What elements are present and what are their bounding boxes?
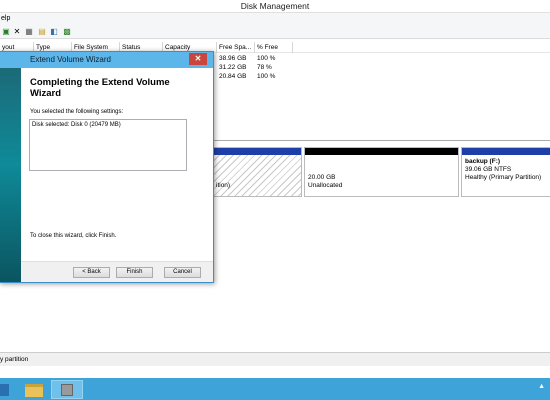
percent-free-cell: 100 % xyxy=(257,73,276,80)
open-icon[interactable]: ▤ xyxy=(37,27,47,37)
wizard-heading: Completing the Extend Volume Wizard xyxy=(30,77,170,99)
close-instruction: To close this wizard, click Finish. xyxy=(30,233,117,239)
partition-status: ition) xyxy=(216,182,231,189)
wizard-body: Completing the Extend Volume Wizard You … xyxy=(21,68,213,282)
back-button[interactable]: < Back xyxy=(73,267,110,278)
wizard-button-row: < Back Finish Cancel xyxy=(21,261,213,282)
menu-help[interactable]: elp xyxy=(1,15,10,22)
wizard-banner xyxy=(0,68,21,282)
partition-size: 20.00 GB xyxy=(308,174,336,181)
explore-icon[interactable]: ◧ xyxy=(49,27,59,37)
properties-icon[interactable]: ▣ xyxy=(1,27,11,37)
show-hidden-icons-icon[interactable]: ▲ xyxy=(538,383,545,390)
partition-size: 39.06 GB NTFS xyxy=(465,166,512,173)
finish-button[interactable]: Finish xyxy=(116,267,153,278)
file-explorer-button[interactable] xyxy=(18,380,50,399)
partition-bar xyxy=(213,148,301,155)
cancel-button[interactable]: Cancel xyxy=(164,267,201,278)
toolbar: ▣ ✕ ▦ ▤ ◧ ▩ xyxy=(0,25,550,39)
status-bar: y partition xyxy=(0,352,550,366)
settings-summary-box[interactable]: Disk selected: Disk 0 (20479 MB) xyxy=(29,119,187,171)
wizard-subtitle: You selected the following settings: xyxy=(30,109,124,115)
help-icon[interactable]: ▦ xyxy=(24,27,34,37)
partition-backup[interactable]: backup (F:) 39.06 GB NTFS Healthy (Prima… xyxy=(461,147,550,197)
close-icon[interactable]: ✕ xyxy=(189,53,207,65)
partition-label: backup (F:) 39.06 GB NTFS Healthy (Prima… xyxy=(465,158,541,182)
wizard-title: Extend Volume Wizard xyxy=(30,55,111,64)
table-row[interactable]: 38.96 GB 100 % xyxy=(219,54,275,63)
partition-name: backup (F:) xyxy=(465,158,501,165)
free-space-cell: 38.96 GB xyxy=(219,55,247,62)
folder-icon xyxy=(25,384,43,397)
free-space-cell: 31.22 GB xyxy=(219,64,247,71)
percent-free-cell: 100 % xyxy=(257,55,276,62)
disk-management-button[interactable] xyxy=(51,380,83,399)
partition-bar xyxy=(462,148,550,155)
settings-summary-text: Disk selected: Disk 0 (20479 MB) xyxy=(32,122,121,128)
percent-free-cell: 78 % xyxy=(257,64,272,71)
table-row[interactable]: 31.22 GB 78 % xyxy=(219,63,272,72)
partition-hatched[interactable]: ition) xyxy=(212,147,302,197)
server-icon xyxy=(0,384,9,396)
partition-unallocated[interactable]: 20.00 GB Unallocated xyxy=(304,147,459,197)
disk-management-icon xyxy=(61,384,73,396)
free-space-cell: 20.84 GB xyxy=(219,73,247,80)
refresh-icon[interactable]: ▩ xyxy=(62,27,72,37)
partition-status: Healthy (Primary Partition) xyxy=(465,174,542,181)
partition-label: ition) xyxy=(216,182,230,190)
partition-label: 20.00 GB Unallocated xyxy=(308,174,342,190)
table-row[interactable]: 20.84 GB 100 % xyxy=(219,72,275,81)
wizard-titlebar[interactable]: Extend Volume Wizard ✕ xyxy=(0,52,213,68)
menu-bar: elp xyxy=(0,13,550,25)
taskbar: ▲ xyxy=(0,378,550,400)
extend-volume-wizard: Extend Volume Wizard ✕ Completing the Ex… xyxy=(0,51,214,283)
legend-primary-partition: y partition xyxy=(0,356,29,363)
column-free-space[interactable]: Free Spa... xyxy=(217,42,255,53)
delete-icon[interactable]: ✕ xyxy=(12,27,22,37)
partition-status: Unallocated xyxy=(308,182,343,189)
desktop: Disk Management elp ▣ ✕ ▦ ▤ ◧ ▩ yout Typ… xyxy=(0,0,550,400)
partition-bar xyxy=(305,148,458,155)
column-percent-free[interactable]: % Free xyxy=(255,42,293,53)
window-title: Disk Management xyxy=(0,0,550,13)
